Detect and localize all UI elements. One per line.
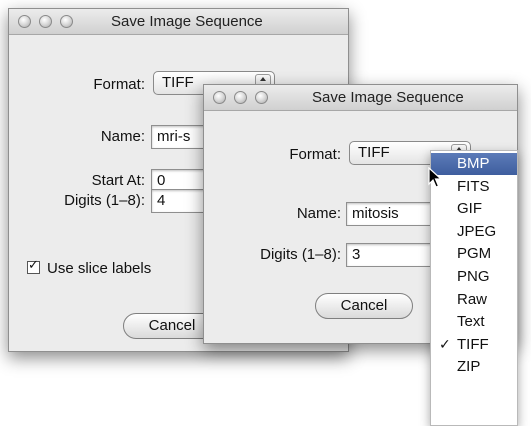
window-controls	[18, 15, 73, 28]
back-titlebar[interactable]: Save Image Sequence	[9, 9, 348, 35]
format-dropdown-menu: BMP FITS GIF JPEG PGM PNG Raw Text ✓ TIFF ZIP	[430, 150, 518, 426]
window-controls	[213, 91, 268, 104]
digits-field[interactable]: 3	[346, 243, 432, 267]
zoom-button[interactable]	[255, 91, 268, 104]
menu-item-pgm[interactable]: PGM	[431, 243, 517, 265]
use-slice-labels-label: Use slice labels	[47, 260, 152, 277]
window-title: Save Image Sequence	[111, 13, 263, 30]
front-titlebar[interactable]: Save Image Sequence	[204, 85, 517, 111]
window-title: Save Image Sequence	[312, 89, 464, 106]
use-slice-labels-checkbox[interactable]: Use slice labels	[27, 258, 152, 277]
start-at-label: Start At:	[91, 172, 145, 189]
checkmark-icon: ✓	[439, 336, 451, 353]
name-label: Name:	[296, 205, 341, 222]
menu-item-label: BMP	[457, 155, 490, 172]
minimize-button[interactable]	[234, 91, 247, 104]
minimize-button[interactable]	[39, 15, 52, 28]
format-select-value: TIFF	[162, 74, 194, 91]
menu-item-png[interactable]: PNG	[431, 266, 517, 288]
format-label: Format:	[289, 146, 341, 163]
menu-item-label: PNG	[457, 268, 490, 285]
menu-item-gif[interactable]: GIF	[431, 198, 517, 220]
menu-item-label: FITS	[457, 177, 490, 195]
close-button[interactable]	[213, 91, 226, 104]
menu-item-label: PGM	[457, 245, 492, 263]
format-label: Format:	[93, 76, 145, 93]
menu-item-zip[interactable]: ZIP	[431, 356, 517, 378]
format-select-value: TIFF	[358, 144, 390, 161]
zoom-button[interactable]	[60, 15, 73, 28]
menu-item-label: TIFF	[457, 335, 489, 353]
menu-item-jpeg[interactable]: JPEG	[431, 221, 517, 243]
close-button[interactable]	[18, 15, 31, 28]
menu-item-label: JPEG	[457, 222, 497, 240]
checkbox-checked-icon[interactable]	[27, 258, 40, 274]
menu-item-raw[interactable]: Raw	[431, 289, 517, 311]
menu-item-text[interactable]: Text	[431, 311, 517, 333]
menu-item-label: ZIP	[457, 358, 481, 376]
digits-label: Digits (1–8):	[64, 192, 145, 209]
cancel-button[interactable]: Cancel	[315, 293, 413, 319]
digits-label: Digits (1–8):	[260, 246, 341, 263]
menu-item-tiff[interactable]: ✓ TIFF	[431, 334, 517, 356]
name-label: Name:	[100, 128, 145, 145]
menu-item-label: Raw	[457, 290, 488, 308]
menu-item-label: Text	[457, 313, 485, 331]
menu-item-label: GIF	[457, 200, 482, 218]
name-field[interactable]: mitosis	[346, 202, 432, 226]
